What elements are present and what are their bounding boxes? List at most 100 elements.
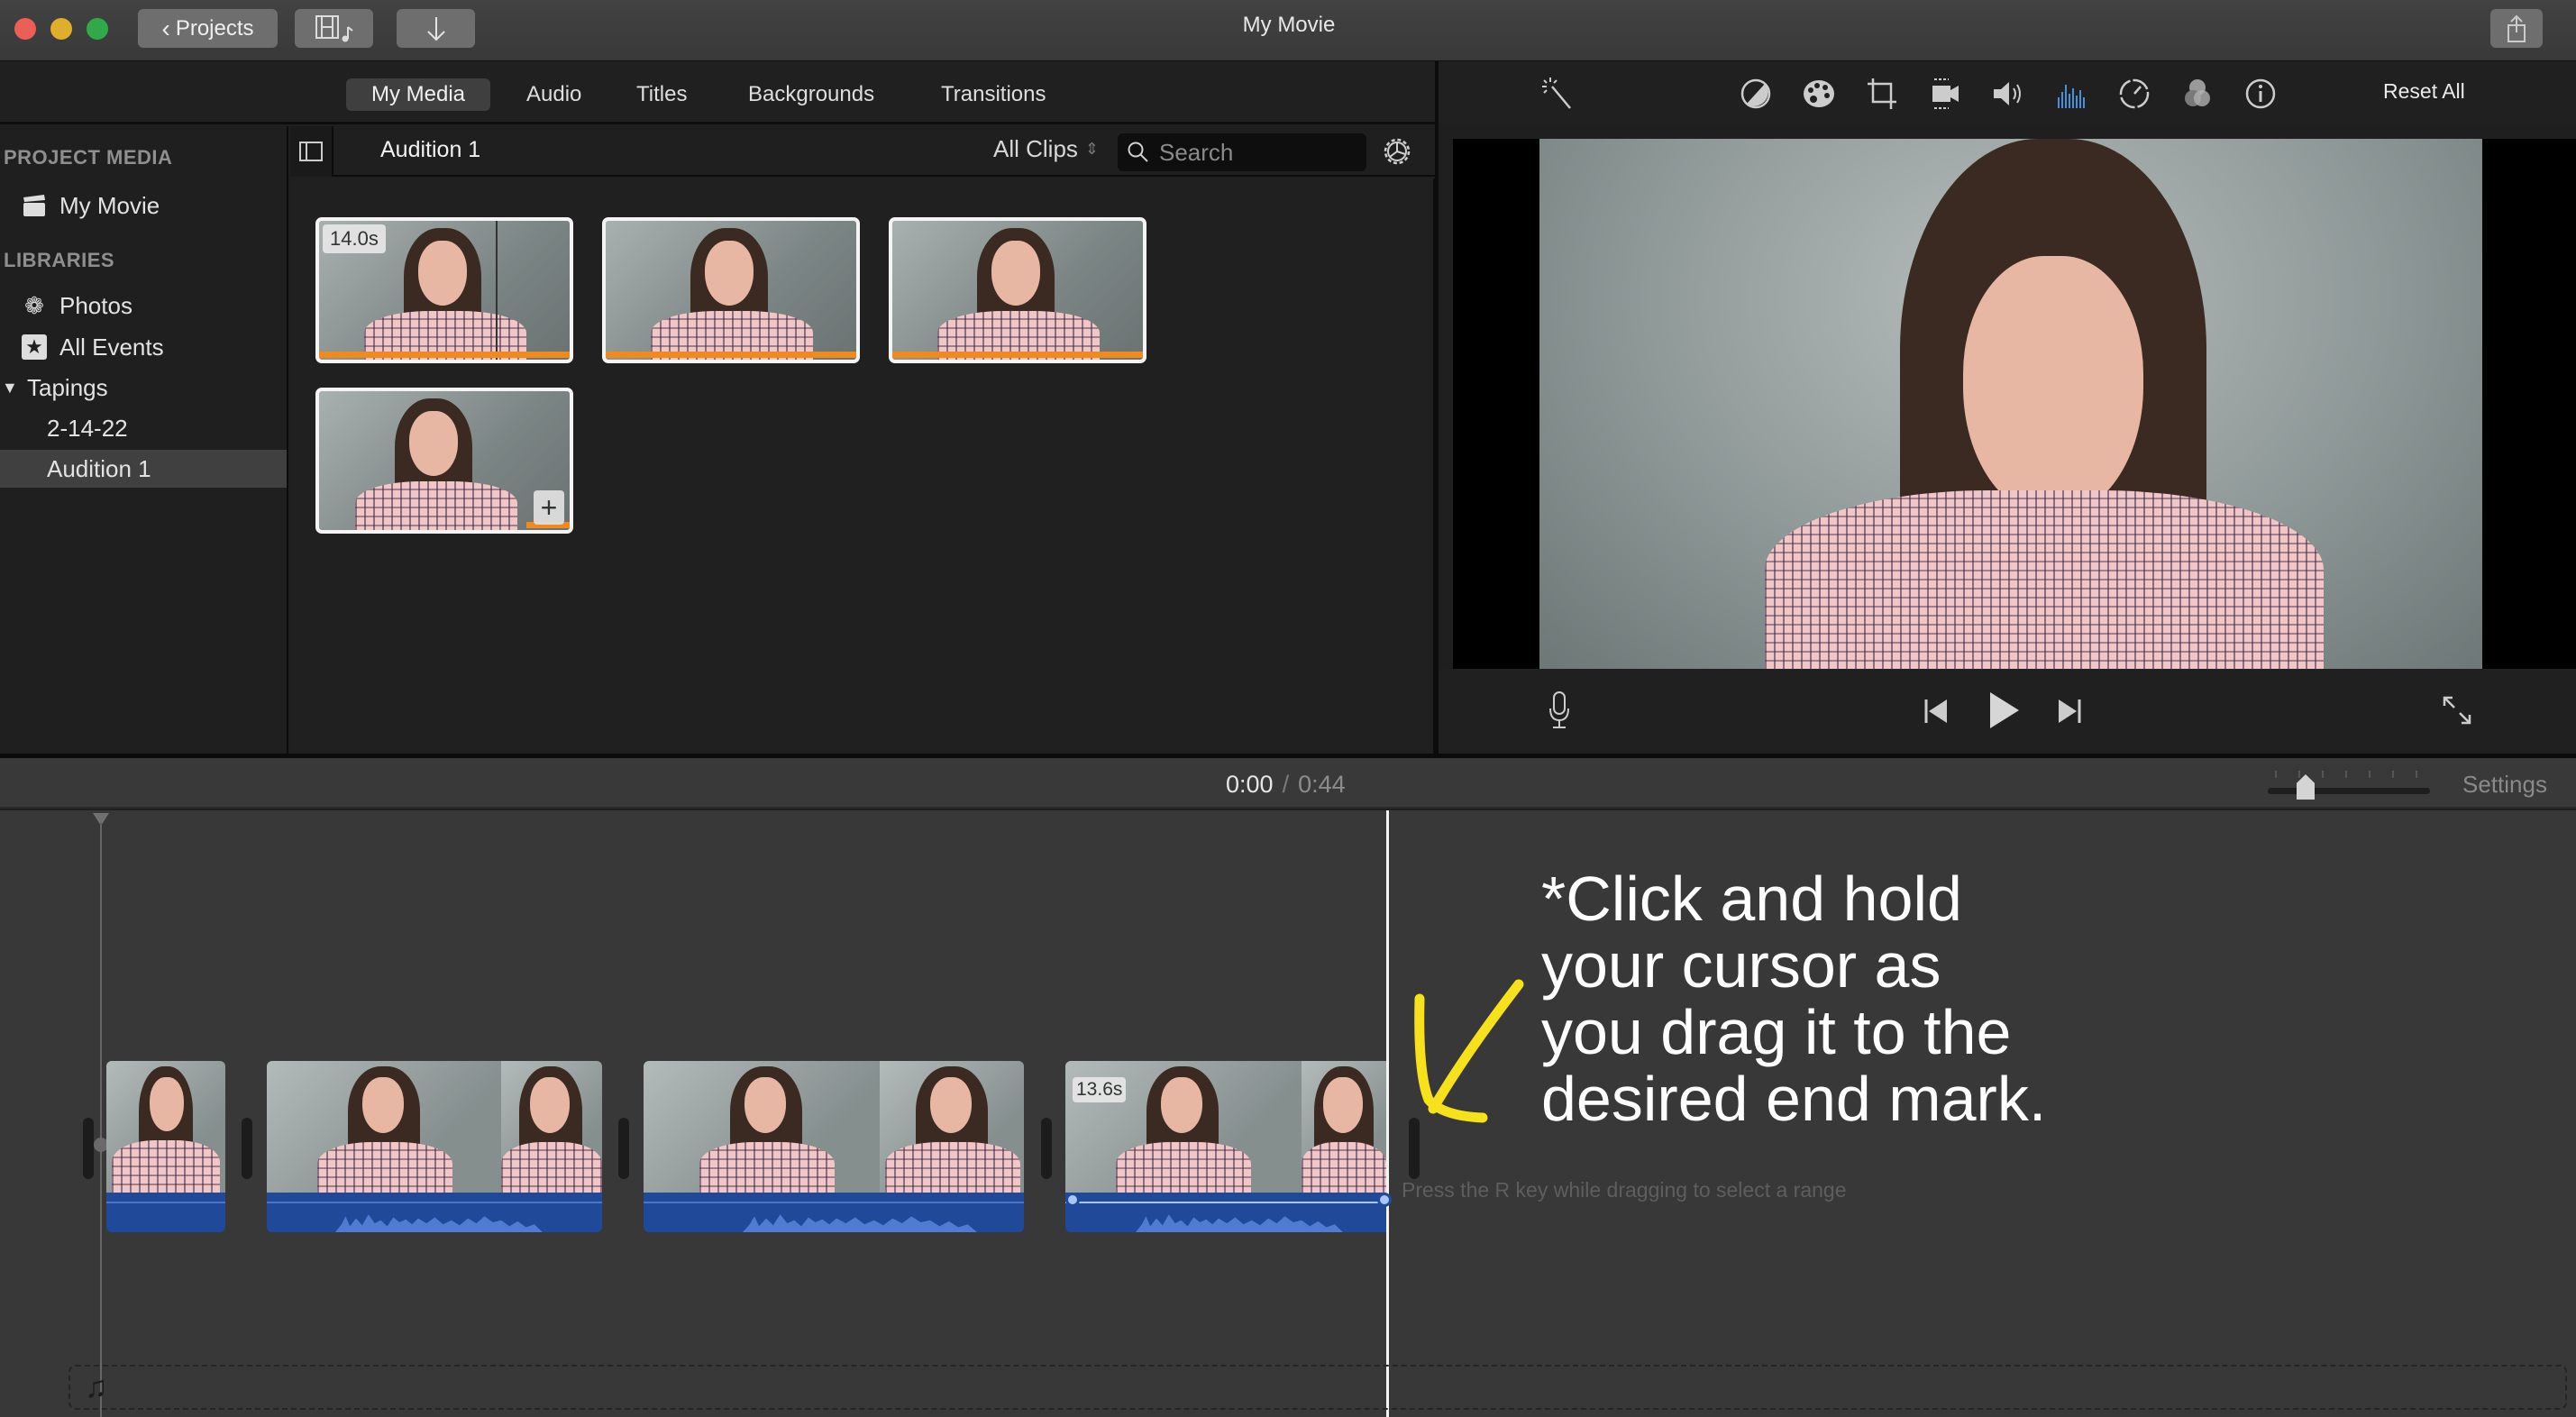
annotation-line: you drag it to the	[1541, 997, 2012, 1067]
equalizer-icon	[2058, 85, 2085, 108]
stabilization-button[interactable]	[1927, 76, 1963, 112]
clip-filter-dropdown[interactable]: All Clips ⇕	[993, 135, 1099, 163]
project-media-heading: PROJECT MEDIA	[4, 146, 173, 169]
clip-filter-button[interactable]	[2179, 76, 2215, 112]
libraries-sidebar: PROJECT MEDIA My Movie LIBRARIES ❁ Photo…	[0, 126, 288, 754]
volume-keyframe-handle-start[interactable]	[1065, 1193, 1080, 1207]
timeline-clip-selected[interactable]: 13.6s	[1065, 1061, 1386, 1232]
color-balance-button[interactable]	[1738, 76, 1774, 112]
clip-gap-handle[interactable]	[242, 1118, 252, 1179]
browser-clip[interactable]: +	[315, 388, 573, 534]
duration-badge: 14.0s	[323, 224, 386, 253]
sidebar-item-all-events[interactable]: ★ All Events	[0, 328, 287, 366]
clip-audio-waveform	[267, 1193, 602, 1232]
timeline-clip[interactable]	[106, 1061, 225, 1232]
skip-back-button[interactable]	[1923, 698, 1950, 729]
skip-forward-icon	[2059, 699, 2081, 723]
clip-gap-handle[interactable]	[1409, 1118, 1420, 1179]
stabilization-icon	[1932, 78, 1959, 109]
clip-thumbnail-person	[346, 395, 526, 530]
reset-all-button[interactable]: Reset All	[2383, 79, 2465, 104]
noise-reduction-equalizer-button[interactable]	[2053, 76, 2089, 112]
content-tabs-bar: My Media Audio Titles Backgrounds Transi…	[0, 61, 1435, 124]
share-button[interactable]	[2490, 9, 2543, 48]
enhance-button[interactable]	[1539, 76, 1576, 112]
clip-gap-handle[interactable]	[83, 1118, 94, 1179]
clip-thumbnail-person	[642, 224, 822, 360]
projects-back-label: Projects	[175, 15, 254, 41]
speed-button[interactable]	[2116, 76, 2152, 112]
clip-gap-handle[interactable]	[1041, 1118, 1052, 1179]
background-music-well[interactable]: ♫	[69, 1365, 2567, 1410]
annotation-text: *Click and hold your cursor as you drag …	[1541, 865, 2533, 1132]
media-browser: 14.0s +	[290, 178, 1435, 754]
zoom-slider-thumb[interactable]	[2297, 774, 2315, 800]
browser-clip[interactable]	[602, 217, 860, 363]
time-separator: /	[1282, 771, 1290, 798]
share-icon	[2507, 14, 2526, 42]
skimmer-line	[496, 221, 498, 360]
arrow-down-icon	[426, 16, 445, 41]
sidebar-item-audition-1[interactable]: Audition 1	[0, 450, 287, 488]
tab-my-media[interactable]: My Media	[346, 78, 491, 111]
sidebar-item-tapings[interactable]: ▼ Tapings	[0, 369, 287, 407]
media-browser-toggle-button[interactable]	[295, 9, 373, 48]
magic-wand-icon	[1542, 78, 1571, 109]
total-time: 0:44	[1298, 771, 1346, 798]
plus-icon: +	[540, 490, 558, 524]
tab-backgrounds[interactable]: Backgrounds	[723, 78, 900, 111]
current-time: 0:00	[1226, 771, 1274, 798]
play-icon	[1990, 692, 2019, 728]
zoom-window-button[interactable]	[87, 18, 108, 40]
color-correction-button[interactable]	[1801, 76, 1837, 112]
search-field[interactable]: Search	[1118, 133, 1366, 171]
used-range-bar	[892, 352, 1143, 358]
skimmer-playhead[interactable]	[1386, 810, 1389, 1417]
tab-audio[interactable]: Audio	[501, 78, 607, 111]
sidebar-item-label: My Movie	[59, 191, 160, 219]
color-balance-icon	[1740, 78, 1771, 109]
sidebar-toggle-button[interactable]	[290, 126, 333, 177]
crop-button[interactable]	[1864, 76, 1900, 112]
volume-keyframe-handle-end[interactable]	[1377, 1193, 1392, 1207]
add-to-movie-button[interactable]: +	[534, 490, 564, 525]
volume-button[interactable]	[1990, 76, 2026, 112]
speed-icon	[2119, 78, 2150, 109]
triangle-down-icon[interactable]: ▼	[2, 379, 23, 398]
crop-icon	[1868, 78, 1896, 109]
sidebar-item-photos[interactable]: ❁ Photos	[0, 287, 287, 325]
timeline-zoom-slider[interactable]	[2268, 769, 2430, 801]
timeline-clip[interactable]	[644, 1061, 1024, 1232]
clip-info-button[interactable]	[2243, 76, 2279, 112]
info-icon	[2245, 78, 2276, 109]
browser-clip[interactable]	[889, 217, 1146, 363]
tab-titles[interactable]: Titles	[611, 78, 712, 111]
voiceover-button[interactable]	[1547, 690, 1572, 735]
import-media-button[interactable]	[397, 9, 475, 48]
timeline-settings-button[interactable]: Settings	[2462, 771, 2547, 799]
viewer-video-frame[interactable]	[1539, 139, 2482, 669]
minimize-window-button[interactable]	[50, 18, 72, 40]
color-palette-icon	[1804, 80, 1834, 107]
clip-frame	[644, 1061, 880, 1193]
pane-divider[interactable]	[1435, 61, 1439, 754]
sidebar-item-label: All Events	[59, 333, 164, 361]
clip-gap-handle[interactable]	[618, 1118, 629, 1179]
browser-clip[interactable]: 14.0s	[315, 217, 573, 363]
projects-back-button[interactable]: ‹ Projects	[138, 9, 278, 48]
search-placeholder: Search	[1159, 138, 1234, 166]
browser-settings-button[interactable]	[1381, 135, 1413, 172]
play-button[interactable]	[1988, 690, 2021, 735]
used-range-bar	[319, 352, 570, 358]
tab-transitions[interactable]: Transitions	[916, 78, 1071, 111]
window-title: My Movie	[1242, 13, 1336, 37]
duration-badge: 13.6s	[1073, 1077, 1127, 1102]
sidebar-item-event-2-14-22[interactable]: 2-14-22	[0, 409, 287, 447]
sidebar-item-my-movie[interactable]: My Movie	[0, 187, 287, 224]
timeline-clip[interactable]	[267, 1061, 602, 1232]
used-range-bar	[606, 352, 856, 358]
fullscreen-icon	[2443, 696, 2471, 725]
skip-forward-button[interactable]	[2055, 698, 2082, 729]
close-window-button[interactable]	[14, 18, 36, 40]
fullscreen-button[interactable]	[2441, 694, 2473, 731]
